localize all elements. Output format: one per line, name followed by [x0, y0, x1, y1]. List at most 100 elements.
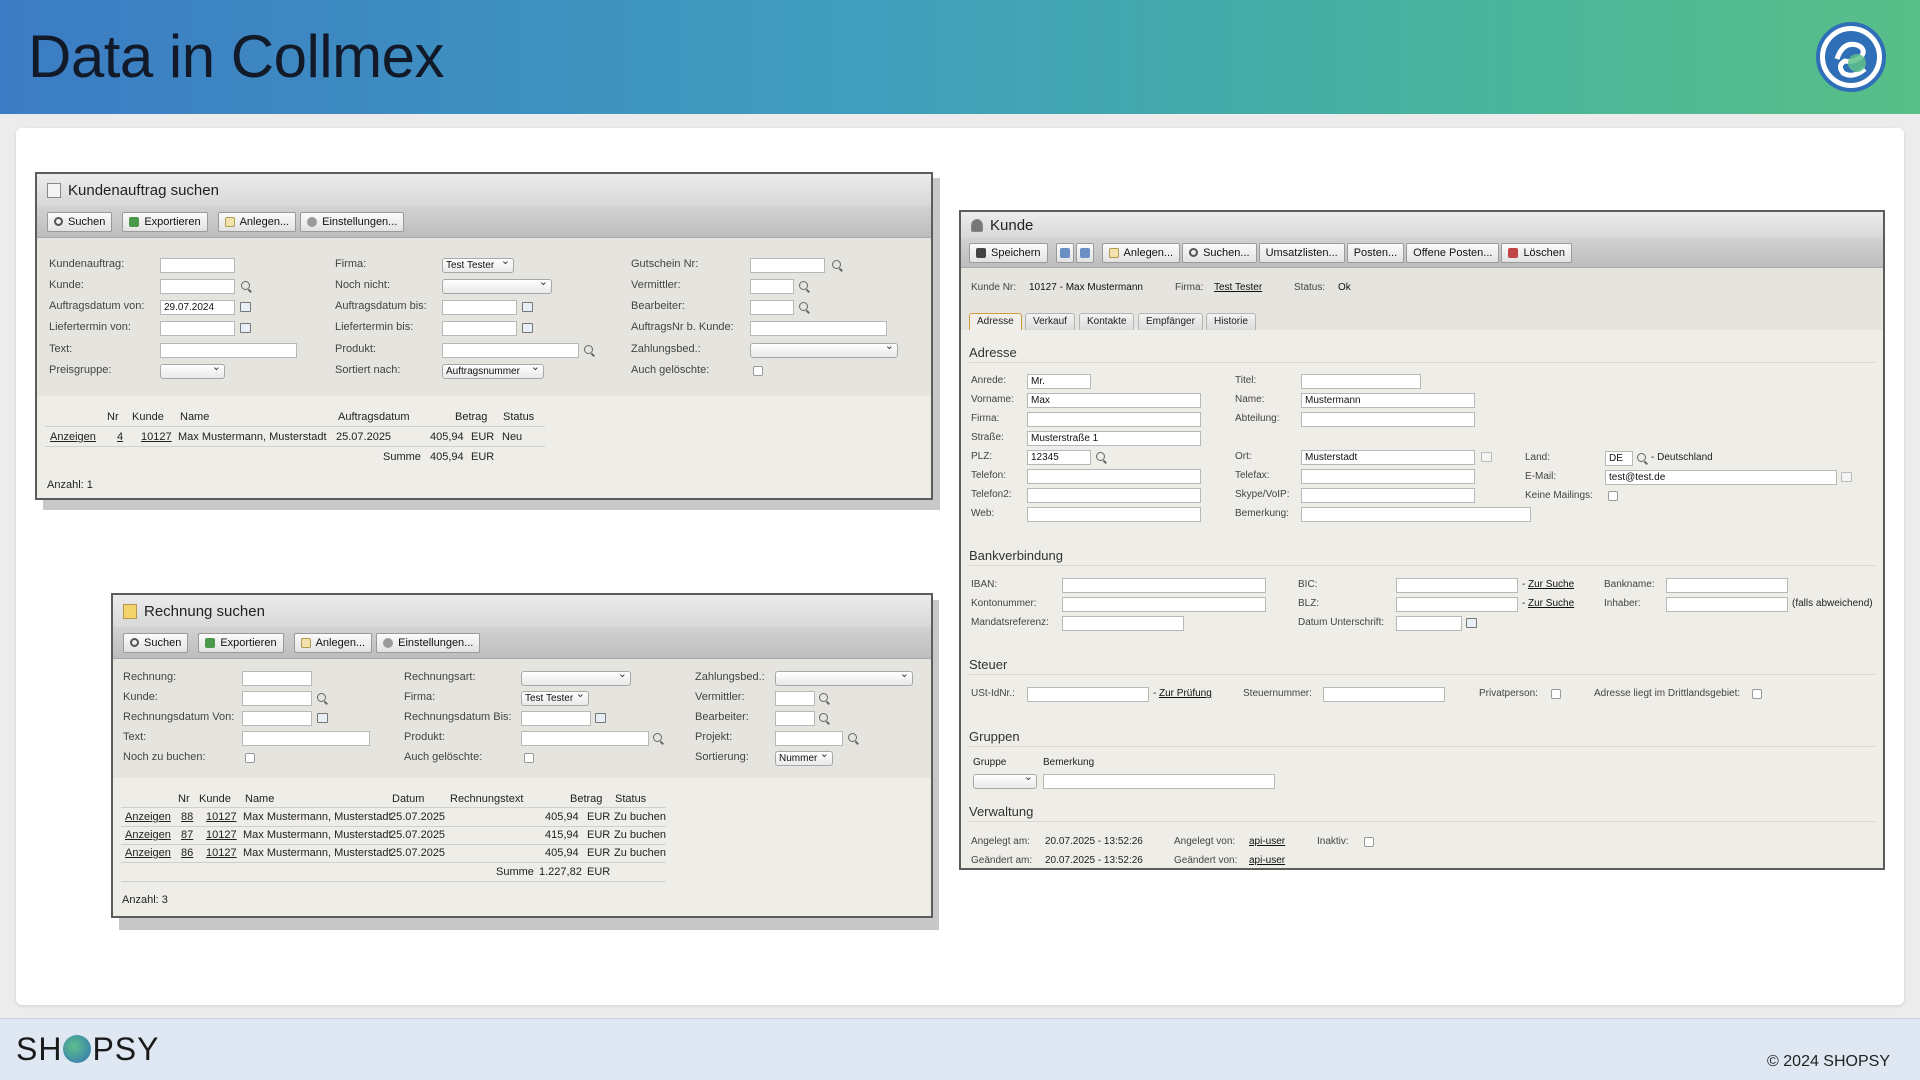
posten-button[interactable]: Posten...: [1346, 242, 1405, 263]
text-input[interactable]: [160, 343, 297, 358]
offene-posten-button[interactable]: Offene Posten...: [1406, 242, 1500, 263]
tab-empfaenger[interactable]: Empfänger: [1138, 313, 1203, 330]
anzeigen-link[interactable]: Anzeigen: [125, 829, 171, 841]
angelegt-von-link[interactable]: api-user: [1249, 836, 1285, 847]
web-input[interactable]: [1027, 507, 1201, 522]
search-icon[interactable]: [584, 345, 593, 354]
titel-input[interactable]: [1301, 374, 1421, 389]
firma-select[interactable]: Test Tester: [442, 258, 514, 273]
anrede-input[interactable]: Mr.: [1027, 374, 1091, 389]
vermittler-input[interactable]: [750, 279, 794, 294]
delete-button[interactable]: Löschen: [1501, 242, 1573, 263]
calendar-icon[interactable]: [522, 323, 533, 333]
blz-input[interactable]: [1396, 597, 1518, 612]
search-icon[interactable]: [799, 302, 808, 311]
tab-adresse[interactable]: Adresse: [969, 313, 1022, 330]
telefon2-input[interactable]: [1027, 488, 1201, 503]
ust-idnr-input[interactable]: [1027, 687, 1149, 702]
text-input[interactable]: [242, 731, 370, 746]
produkt-input[interactable]: [521, 731, 649, 746]
projekt-input[interactable]: [775, 731, 843, 746]
liefertermin-von-input[interactable]: [160, 321, 235, 336]
noch-zu-buchen-checkbox[interactable]: [245, 753, 255, 763]
keine-mailings-checkbox[interactable]: [1608, 491, 1618, 501]
gutschein-input[interactable]: [750, 258, 825, 273]
bic-zur-suche-link[interactable]: Zur Suche: [1528, 579, 1574, 590]
auftragsnr-kunde-input[interactable]: [750, 321, 887, 336]
bearbeiter-input[interactable]: [775, 711, 815, 726]
tab-kontakte[interactable]: Kontakte: [1079, 313, 1135, 330]
search-icon[interactable]: [819, 693, 828, 702]
geaendert-von-link[interactable]: api-user: [1249, 855, 1285, 866]
customer-link[interactable]: 10127: [206, 847, 237, 859]
export-button[interactable]: Exportieren: [122, 211, 208, 232]
search-icon[interactable]: [832, 260, 841, 269]
previous-button[interactable]: [1055, 242, 1074, 263]
customer-link[interactable]: 10127: [206, 811, 237, 823]
kunde-input[interactable]: [242, 691, 312, 706]
bankname-input[interactable]: [1666, 578, 1788, 593]
tab-verkauf[interactable]: Verkauf: [1025, 313, 1075, 330]
create-button[interactable]: Anlegen...: [293, 632, 373, 653]
calendar-icon[interactable]: [240, 323, 251, 333]
kunde-input[interactable]: [160, 279, 235, 294]
strasse-input[interactable]: Musterstraße 1: [1027, 431, 1201, 446]
sortiert-nach-select[interactable]: Auftragsnummer: [442, 364, 544, 379]
rechnung-input[interactable]: [242, 671, 312, 686]
noch-nicht-select[interactable]: [442, 279, 552, 294]
sortierung-select[interactable]: Nummer: [775, 751, 833, 766]
iban-input[interactable]: [1062, 578, 1266, 593]
rechnungsart-select[interactable]: [521, 671, 631, 686]
save-button[interactable]: Speichern: [969, 242, 1048, 263]
anzeigen-link[interactable]: Anzeigen: [50, 431, 96, 443]
settings-button[interactable]: Einstellungen...: [300, 211, 405, 232]
abteilung-input[interactable]: [1301, 412, 1475, 427]
settings-button[interactable]: Einstellungen...: [376, 632, 481, 653]
firma-select[interactable]: Test Tester: [521, 691, 589, 706]
calendar-icon[interactable]: [522, 302, 533, 312]
land-input[interactable]: DE: [1605, 451, 1633, 466]
kontonummer-input[interactable]: [1062, 597, 1266, 612]
liefertermin-bis-input[interactable]: [442, 321, 517, 336]
anzeigen-link[interactable]: Anzeigen: [125, 847, 171, 859]
anzeigen-link[interactable]: Anzeigen: [125, 811, 171, 823]
umsatzlisten-button[interactable]: Umsatzlisten...: [1258, 242, 1345, 263]
search-icon[interactable]: [653, 733, 662, 742]
firma-link[interactable]: Test Tester: [1214, 282, 1262, 293]
map-icon[interactable]: [1481, 452, 1492, 462]
next-button[interactable]: [1075, 242, 1094, 263]
search-icon[interactable]: [1637, 453, 1646, 462]
drittland-checkbox[interactable]: [1752, 689, 1762, 699]
create-button[interactable]: Anlegen...: [1101, 242, 1181, 263]
produkt-input[interactable]: [442, 343, 579, 358]
invoice-nr-link[interactable]: 86: [181, 847, 193, 859]
order-nr-link[interactable]: 4: [117, 431, 123, 443]
auch-geloeschte-checkbox[interactable]: [753, 366, 763, 376]
search-button[interactable]: Suchen: [47, 211, 113, 232]
telefon-input[interactable]: [1027, 469, 1201, 484]
search-icon[interactable]: [1096, 452, 1105, 461]
search-icon[interactable]: [848, 733, 857, 742]
name-input[interactable]: Mustermann: [1301, 393, 1475, 408]
bic-input[interactable]: [1396, 578, 1518, 593]
inhaber-input[interactable]: [1666, 597, 1788, 612]
search-icon[interactable]: [317, 693, 326, 702]
bearbeiter-input[interactable]: [750, 300, 794, 315]
privatperson-checkbox[interactable]: [1551, 689, 1561, 699]
search-icon[interactable]: [799, 281, 808, 290]
email-input[interactable]: test@test.de: [1605, 470, 1837, 485]
inaktiv-checkbox[interactable]: [1364, 837, 1374, 847]
rechnungsdatum-bis-input[interactable]: [521, 711, 591, 726]
mandatsreferenz-input[interactable]: [1062, 616, 1184, 631]
search-button[interactable]: Suchen...: [1182, 242, 1257, 263]
customer-link[interactable]: 10127: [206, 829, 237, 841]
auftragsdatum-von-input[interactable]: 29.07.2024: [160, 300, 235, 315]
invoice-nr-link[interactable]: 87: [181, 829, 193, 841]
gruppe-bemerkung-input[interactable]: [1043, 774, 1275, 789]
create-button[interactable]: Anlegen...: [217, 211, 297, 232]
zur-pruefung-link[interactable]: Zur Prüfung: [1159, 688, 1212, 699]
vorname-input[interactable]: Max: [1027, 393, 1201, 408]
blz-zur-suche-link[interactable]: Zur Suche: [1528, 598, 1574, 609]
customer-link[interactable]: 10127: [141, 431, 172, 443]
search-button[interactable]: Suchen: [123, 632, 189, 653]
